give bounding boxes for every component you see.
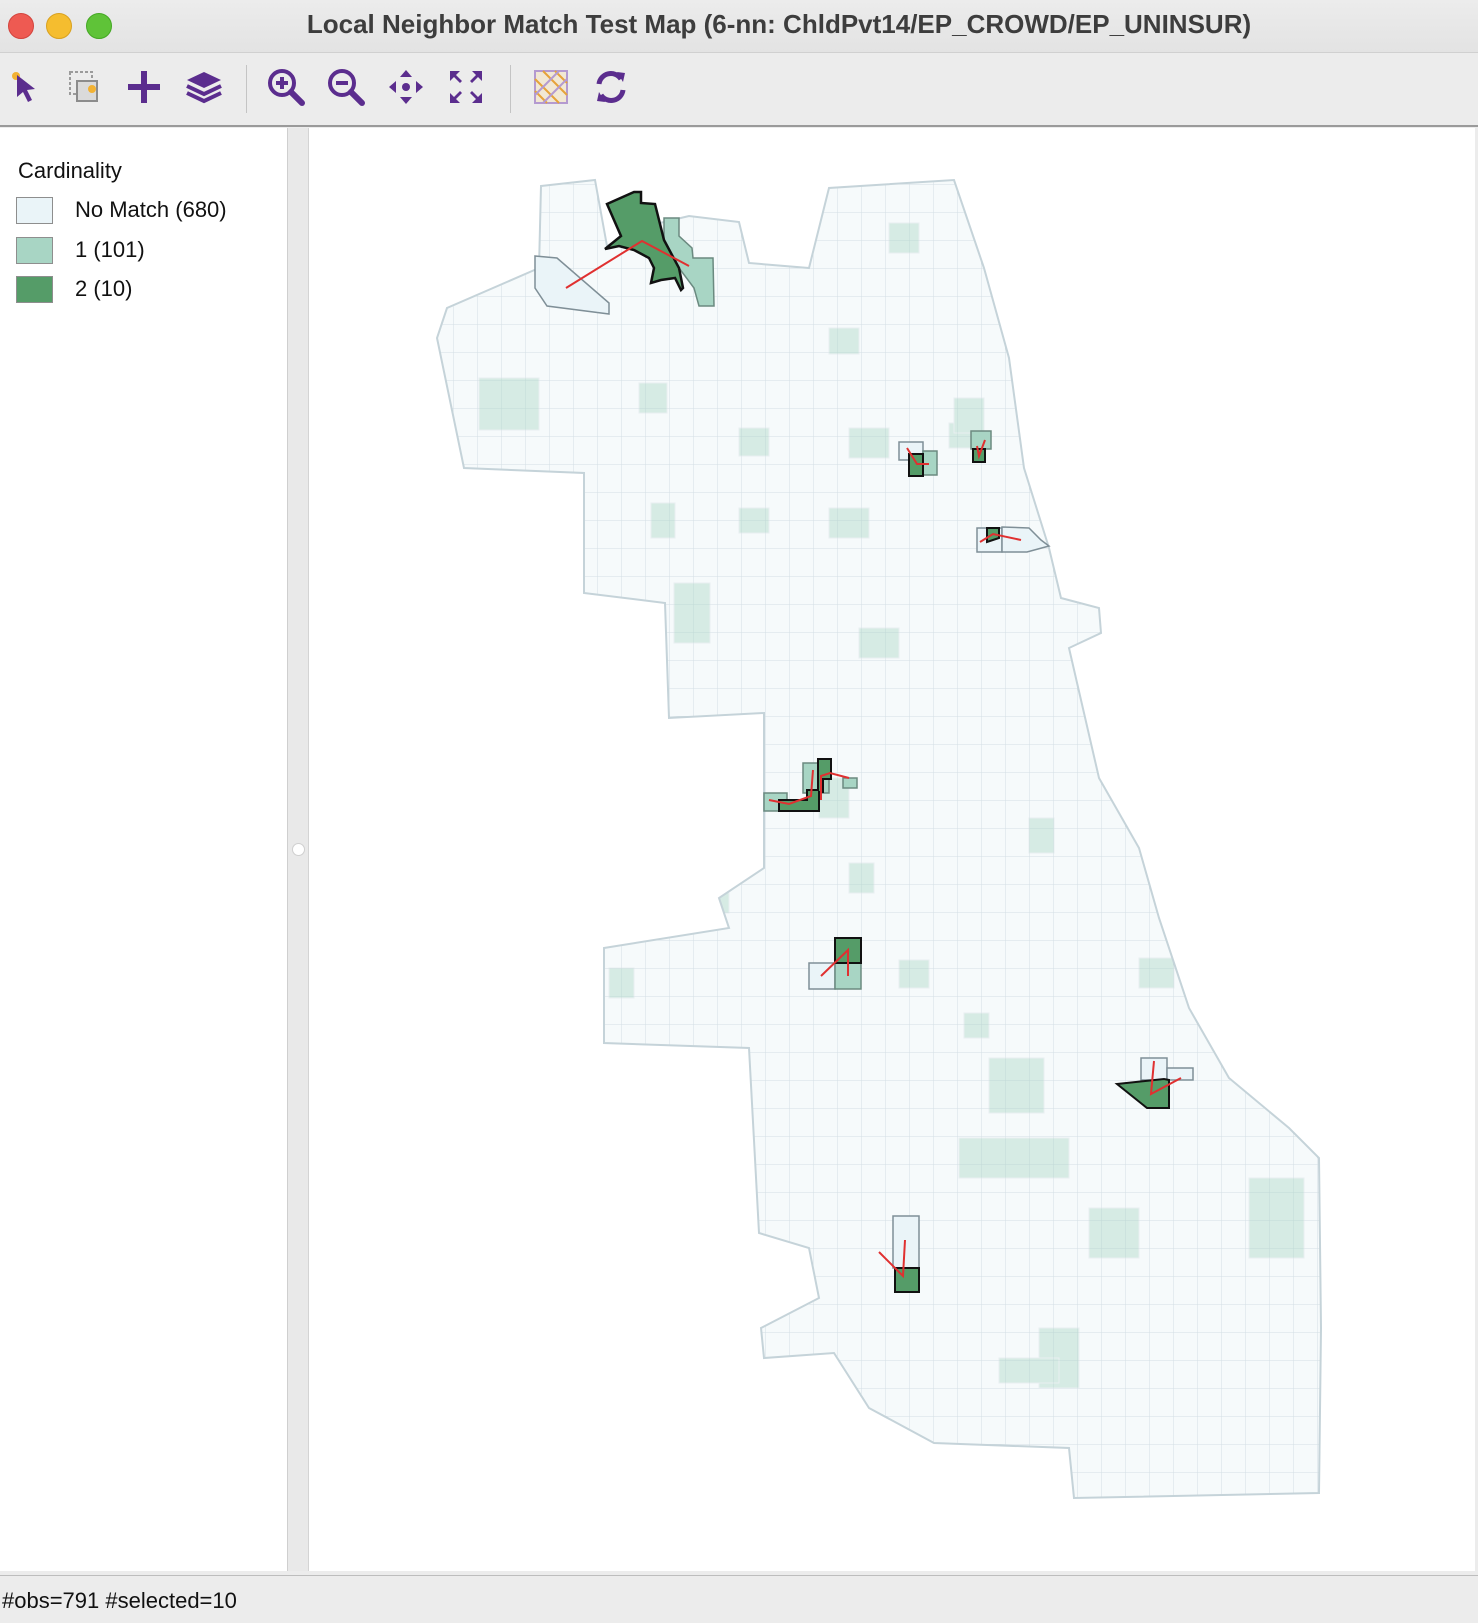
select-tool-button[interactable] <box>4 65 48 109</box>
select-shape-icon <box>69 71 98 102</box>
status-bar: #obs=791 #selected=10 <box>0 1575 1478 1623</box>
pointer-icon <box>12 72 35 102</box>
add-layer-button[interactable] <box>122 65 166 109</box>
legend-item-two-match[interactable]: 2 (10) <box>16 274 132 304</box>
legend-label: No Match (680) <box>75 197 227 222</box>
window-title: Local Neighbor Match Test Map (6-nn: Chl… <box>306 9 1252 39</box>
legend-item-one-match[interactable]: 1 (101) <box>16 235 145 265</box>
legend-label: 1 (101) <box>75 237 145 262</box>
legend-swatch <box>16 236 53 264</box>
splitter-handle[interactable] <box>292 843 305 856</box>
one-match-tract <box>970 430 992 450</box>
toolbar <box>0 53 1478 127</box>
one-match-tract <box>842 777 858 789</box>
zoom-out-button[interactable] <box>324 65 368 109</box>
toolbar-separator <box>246 65 247 113</box>
full-extent-button[interactable] <box>444 65 488 109</box>
no-match-tract <box>892 1215 920 1269</box>
selection-shape-button[interactable] <box>62 65 106 109</box>
refresh-icon <box>596 71 626 103</box>
toolbar-separator <box>510 65 511 113</box>
pan-arrows-icon <box>389 70 423 104</box>
zoom-in-button[interactable] <box>264 65 308 109</box>
minimize-window-button[interactable] <box>46 13 72 39</box>
legend-panel: Cardinality No Match (680) 1 (101) 2 (10… <box>0 128 288 1571</box>
legend-swatch <box>16 196 53 224</box>
basemap-icon <box>534 70 568 104</box>
pane-splitter[interactable] <box>288 128 309 1571</box>
legend-item-no-match[interactable]: No Match (680) <box>16 195 227 225</box>
layers-button[interactable] <box>182 65 226 109</box>
pan-button[interactable] <box>384 65 428 109</box>
choropleth-map <box>435 178 1323 1500</box>
refresh-button[interactable] <box>589 65 633 109</box>
maximize-window-button[interactable] <box>86 13 112 39</box>
fit-extent-icon <box>450 71 482 103</box>
zoom-out-icon <box>328 69 365 106</box>
zoom-in-icon <box>268 69 305 106</box>
window-titlebar: Local Neighbor Match Test Map (6-nn: Chl… <box>0 0 1478 53</box>
census-tract-polygons <box>437 180 1321 1498</box>
map-canvas[interactable] <box>309 128 1475 1571</box>
basemap-button[interactable] <box>529 65 573 109</box>
layers-icon <box>186 72 222 104</box>
legend-label: 2 (10) <box>75 276 133 301</box>
plus-icon <box>128 71 160 103</box>
status-text: #obs=791 #selected=10 <box>2 1588 237 1613</box>
legend-title: Cardinality <box>18 158 122 183</box>
legend-swatch <box>16 275 53 303</box>
close-window-button[interactable] <box>8 13 34 39</box>
